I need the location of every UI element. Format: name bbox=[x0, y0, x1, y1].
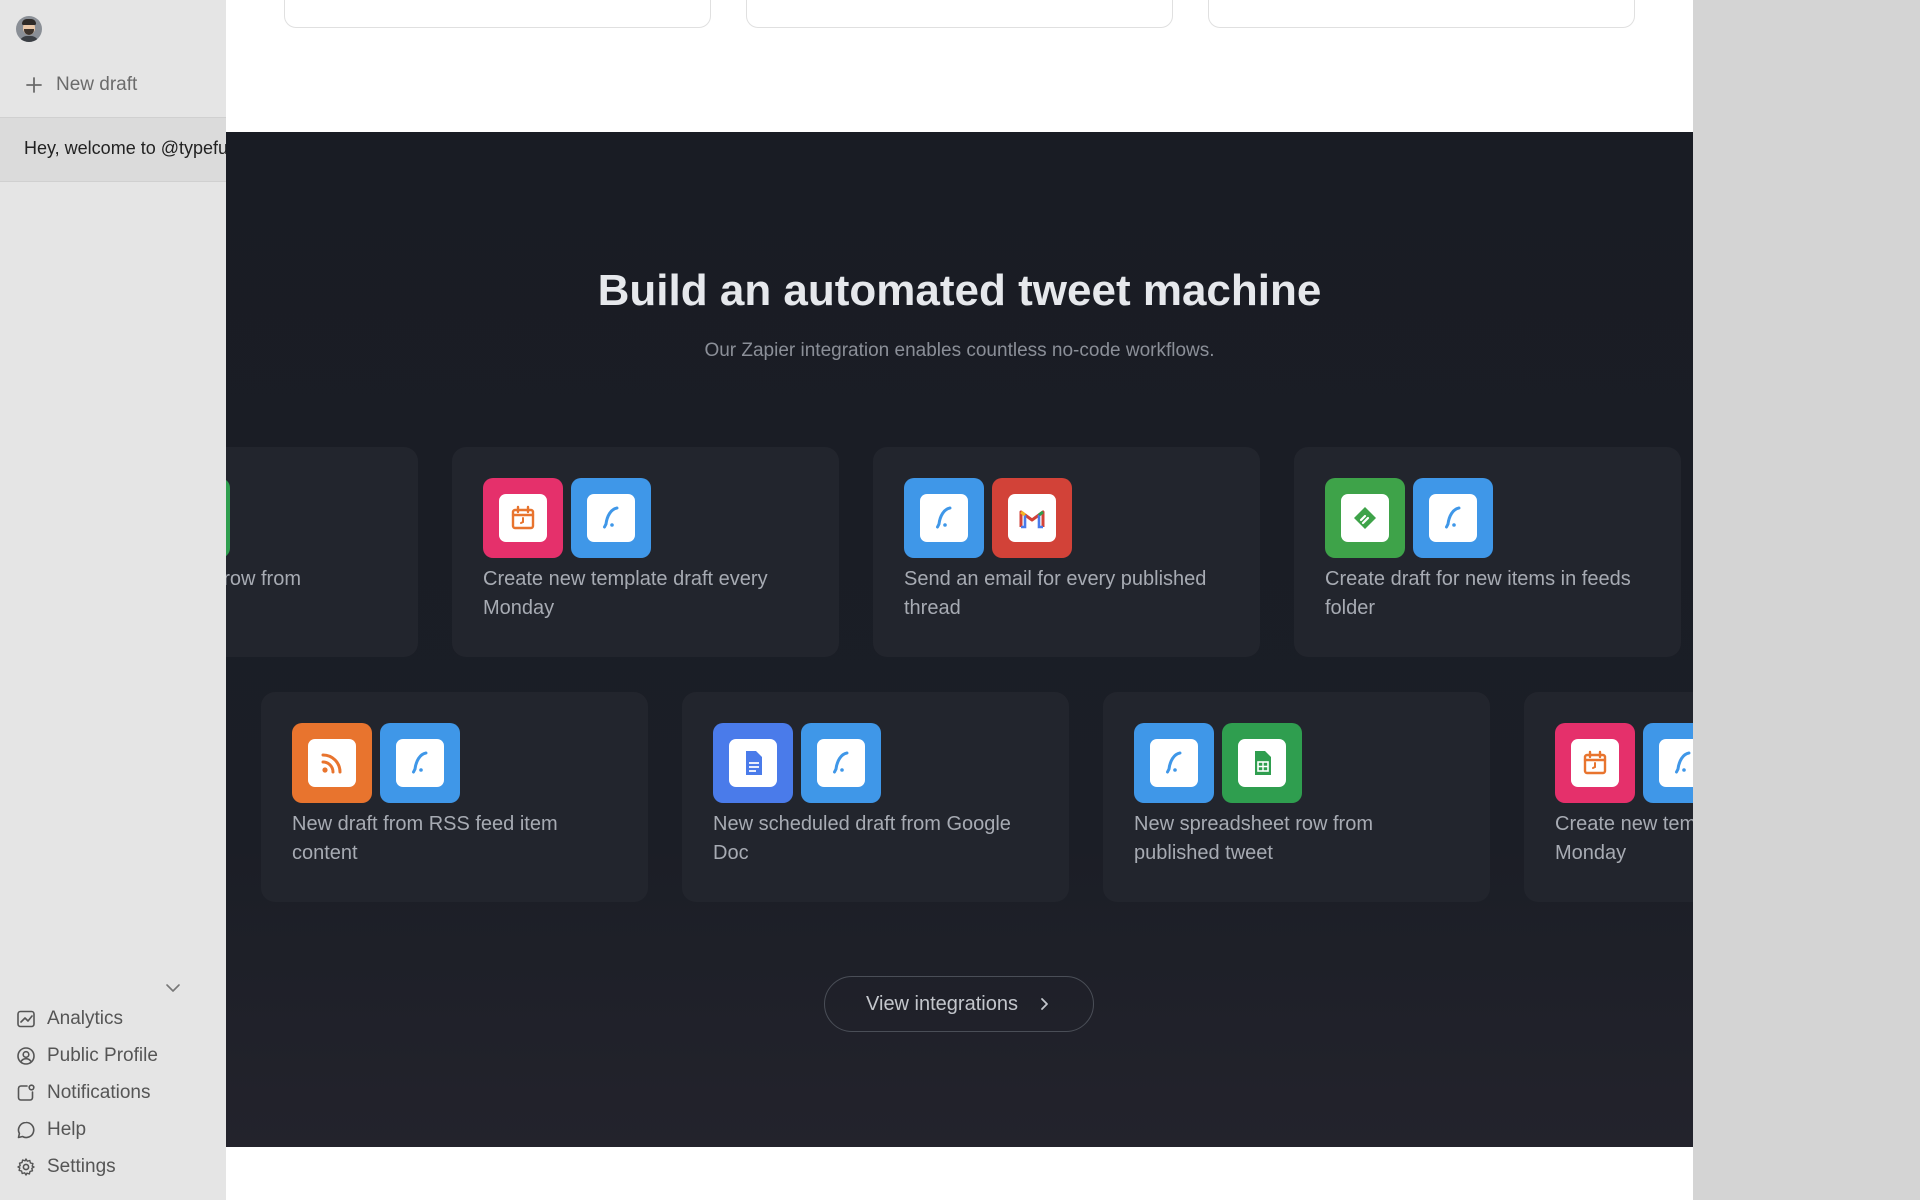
integration-text: New spreadsheet row from published tweet bbox=[226, 568, 301, 590]
integration-card[interactable]: New spreadsheet row from published tweet bbox=[226, 447, 418, 657]
google-sheets-icon bbox=[226, 478, 230, 558]
sidebar: New draft Hey, welcome to @typefully Ana… bbox=[0, 0, 245, 1200]
chevron-right-icon bbox=[1041, 998, 1048, 1010]
google-docs-icon bbox=[713, 723, 793, 803]
integration-icons bbox=[292, 723, 460, 803]
integration-text: Create draft for new items in feeds fold… bbox=[1325, 568, 1631, 619]
calendar-icon bbox=[483, 478, 563, 558]
integration-icons bbox=[713, 723, 881, 803]
integration-icons bbox=[483, 478, 651, 558]
feedly-icon bbox=[1325, 478, 1405, 558]
google-sheets-icon bbox=[1222, 723, 1302, 803]
typefully-icon bbox=[1643, 723, 1693, 803]
avatar[interactable] bbox=[16, 16, 42, 42]
feature-modal: Build an automated tweet machine Our Zap… bbox=[226, 0, 1693, 1200]
feature-card bbox=[1208, 0, 1635, 28]
rss-icon bbox=[292, 723, 372, 803]
nav-help[interactable]: Help bbox=[16, 1111, 158, 1148]
integration-text: Create new template draft every Monday bbox=[483, 568, 768, 619]
integration-card[interactable]: New draft from RSS feed item content bbox=[261, 692, 648, 902]
nav-notifications-label: Notifications bbox=[47, 1081, 151, 1103]
integration-text: Send an email for every published thread bbox=[904, 568, 1207, 619]
integration-icons bbox=[904, 478, 1072, 558]
new-draft-label: New draft bbox=[56, 74, 138, 95]
bell-square-icon bbox=[17, 1083, 35, 1101]
chat-bubble-icon bbox=[17, 1121, 35, 1138]
bottom-nav: Analytics Public Profile Notifications H… bbox=[16, 1000, 158, 1185]
nav-notifications[interactable]: Notifications bbox=[16, 1074, 158, 1111]
section-subtitle: Our Zapier integration enables countless… bbox=[704, 340, 1215, 361]
integration-card[interactable]: Send an email for every published thread bbox=[873, 447, 1260, 657]
feature-card bbox=[284, 0, 711, 28]
integration-text: New scheduled draft from Google Doc bbox=[713, 813, 1011, 864]
plus-icon bbox=[26, 77, 42, 93]
nav-help-label: Help bbox=[47, 1118, 87, 1140]
section-title: Build an automated tweet machine bbox=[597, 266, 1322, 315]
integration-text: Create new template draft every Monday bbox=[1555, 813, 1693, 864]
typefully-icon bbox=[1134, 723, 1214, 803]
integration-card[interactable]: Create new template draft every Monday bbox=[452, 447, 839, 657]
integration-card[interactable]: New scheduled draft from Google Doc bbox=[682, 692, 1069, 902]
typefully-icon bbox=[380, 723, 460, 803]
nav-public-profile[interactable]: Public Profile bbox=[16, 1037, 158, 1074]
typefully-icon bbox=[801, 723, 881, 803]
integration-card[interactable]: Create draft for new items in feeds fold… bbox=[1294, 447, 1681, 657]
nav-public-profile-label: Public Profile bbox=[47, 1044, 158, 1066]
chevron-down-icon[interactable] bbox=[163, 978, 183, 998]
nav-settings[interactable]: Settings bbox=[16, 1148, 158, 1185]
nav-settings-label: Settings bbox=[47, 1155, 116, 1177]
draft-list-item[interactable]: Hey, welcome to @typefully bbox=[0, 117, 245, 182]
integration-icons bbox=[1325, 478, 1493, 558]
new-draft-button[interactable]: New draft bbox=[24, 70, 137, 100]
draft-item-text: Hey, welcome to @typefully bbox=[24, 138, 246, 158]
typefully-icon bbox=[1413, 478, 1493, 558]
integration-icons bbox=[1134, 723, 1302, 803]
integration-card[interactable]: New spreadsheet row from published tweet bbox=[1103, 692, 1490, 902]
gmail-icon bbox=[992, 478, 1072, 558]
integration-icons bbox=[226, 478, 230, 558]
typefully-icon bbox=[904, 478, 984, 558]
nav-analytics-label: Analytics bbox=[47, 1007, 124, 1029]
calendar-icon bbox=[1555, 723, 1635, 803]
feature-card bbox=[746, 0, 1173, 28]
integration-text: New spreadsheet row from published tweet bbox=[1134, 813, 1373, 864]
integration-card[interactable]: Create new template draft every Monday bbox=[1524, 692, 1693, 902]
integration-text: New draft from RSS feed item content bbox=[292, 813, 558, 864]
view-integrations-button[interactable]: View integrations bbox=[824, 976, 1094, 1032]
nav-analytics[interactable]: Analytics bbox=[16, 1000, 158, 1037]
typefully-icon bbox=[571, 478, 651, 558]
chart-icon bbox=[17, 1010, 35, 1027]
integration-icons bbox=[1555, 723, 1693, 803]
user-circle-icon bbox=[17, 1046, 35, 1065]
zapier-section: Build an automated tweet machine Our Zap… bbox=[226, 132, 1693, 1147]
gear-icon bbox=[17, 1157, 35, 1176]
view-integrations-label: View integrations bbox=[866, 992, 1018, 1015]
